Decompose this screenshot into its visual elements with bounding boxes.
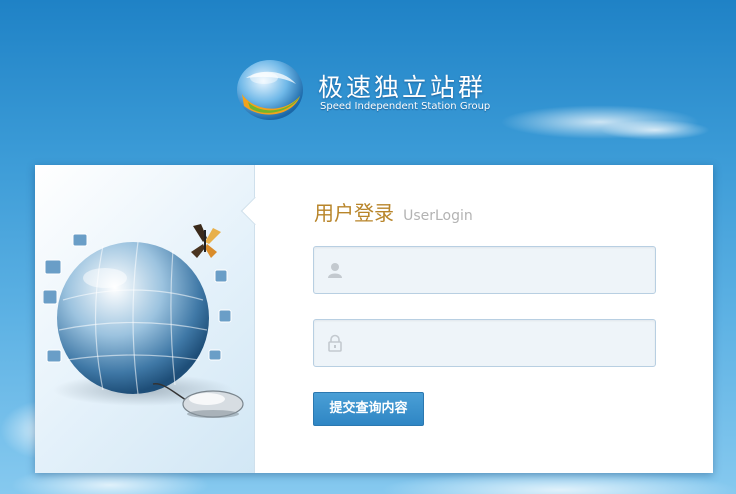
login-panel: 用户登录 UserLogin 提交查询内容 [35,165,713,473]
password-field[interactable] [313,319,656,367]
illustration-panel [35,165,255,473]
login-title-cn: 用户登录 [314,201,394,225]
username-field[interactable] [313,246,656,294]
cloud-decoration [380,470,736,494]
globe-logo-icon [237,60,303,120]
site-title: 极速独立站群 [318,73,487,102]
site-subtitle: Speed Independent Station Group [320,101,491,112]
brand-header: 极速独立站群 Speed Independent Station Group [234,56,514,126]
submit-button[interactable]: 提交查询内容 [313,392,424,426]
login-heading: 用户登录 UserLogin [314,197,473,226]
login-title-en: UserLogin [403,208,473,224]
puzzle-globe-illustration [43,224,244,418]
username-input[interactable] [354,247,649,293]
password-input[interactable] [354,320,649,366]
user-icon [328,263,342,278]
cloud-decoration [600,120,710,140]
lock-icon [328,334,342,352]
